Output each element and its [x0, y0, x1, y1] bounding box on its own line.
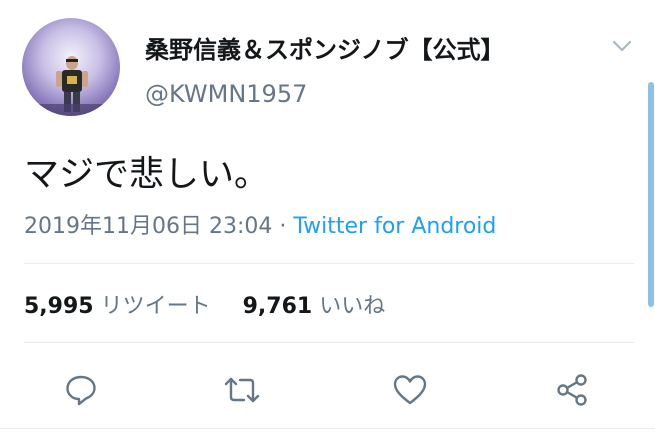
display-name[interactable]: 桑野信義＆スポンジノブ【公式】 [145, 30, 505, 65]
tweet-text: マジで悲しい。 [24, 155, 270, 195]
likes-stat[interactable]: 9,761 いいね [243, 294, 386, 319]
share-button[interactable] [552, 370, 592, 410]
avatar-photo-icon [22, 18, 120, 116]
divider [24, 263, 634, 264]
likes-count: 9,761 [242, 294, 313, 319]
divider [24, 342, 634, 343]
divider [0, 428, 655, 429]
reply-button[interactable] [61, 370, 101, 410]
retweet-icon [224, 377, 260, 403]
tweet-stats: 5,995 リツイート 9,761 いいね [24, 288, 385, 320]
action-bar [0, 364, 655, 414]
heart-icon [393, 375, 427, 405]
tweet-source-link[interactable]: Twitter for Android [293, 214, 496, 239]
share-icon [557, 374, 587, 406]
retweets-label: リツイート [100, 294, 211, 319]
tweet-timestamp[interactable]: 2019年11月06日 23:04 [24, 214, 272, 239]
retweet-button[interactable] [222, 370, 262, 410]
retweets-count: 5,995 [24, 294, 94, 319]
reply-icon [66, 375, 96, 406]
retweets-stat[interactable]: 5,995 リツイート [24, 294, 211, 319]
scrollbar[interactable] [648, 82, 654, 307]
meta-separator: · [272, 214, 294, 239]
tweet-detail: 桑野信義＆スポンジノブ【公式】 @KWMN1957 マジで悲しい。 2019年1… [0, 0, 655, 434]
like-button[interactable] [390, 370, 430, 410]
tweet-meta: 2019年11月06日 23:04 · Twitter for Android [24, 208, 496, 240]
chevron-down-icon[interactable] [610, 36, 634, 56]
user-handle[interactable]: @KWMN1957 [145, 80, 307, 108]
likes-label: いいね [319, 294, 386, 319]
avatar[interactable] [22, 18, 120, 116]
